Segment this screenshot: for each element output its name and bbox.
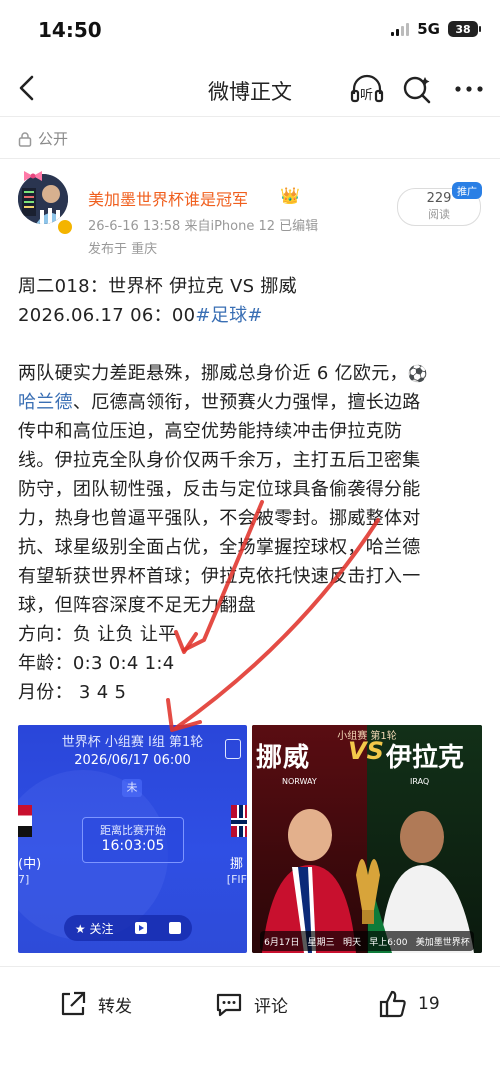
annotation-arrow-1 <box>182 500 264 652</box>
forward-label: 转发 <box>98 996 132 1017</box>
forward-button[interactable]: 转发 <box>58 989 132 1019</box>
annotation-arrowhead-1 <box>174 630 198 654</box>
thumbs-up-icon <box>379 990 406 1018</box>
annotation-arrow-2 <box>174 518 380 730</box>
action-bar: 转发 评论 19 <box>0 975 500 1035</box>
comment-icon <box>216 993 242 1017</box>
like-count: 19 <box>418 994 440 1014</box>
like-button[interactable]: 19 <box>378 989 440 1019</box>
annotation-arrows <box>166 500 380 732</box>
divider <box>0 966 500 967</box>
share-icon <box>61 991 86 1016</box>
comment-button[interactable]: 评论 <box>214 989 288 1019</box>
comment-label: 评论 <box>254 996 288 1017</box>
